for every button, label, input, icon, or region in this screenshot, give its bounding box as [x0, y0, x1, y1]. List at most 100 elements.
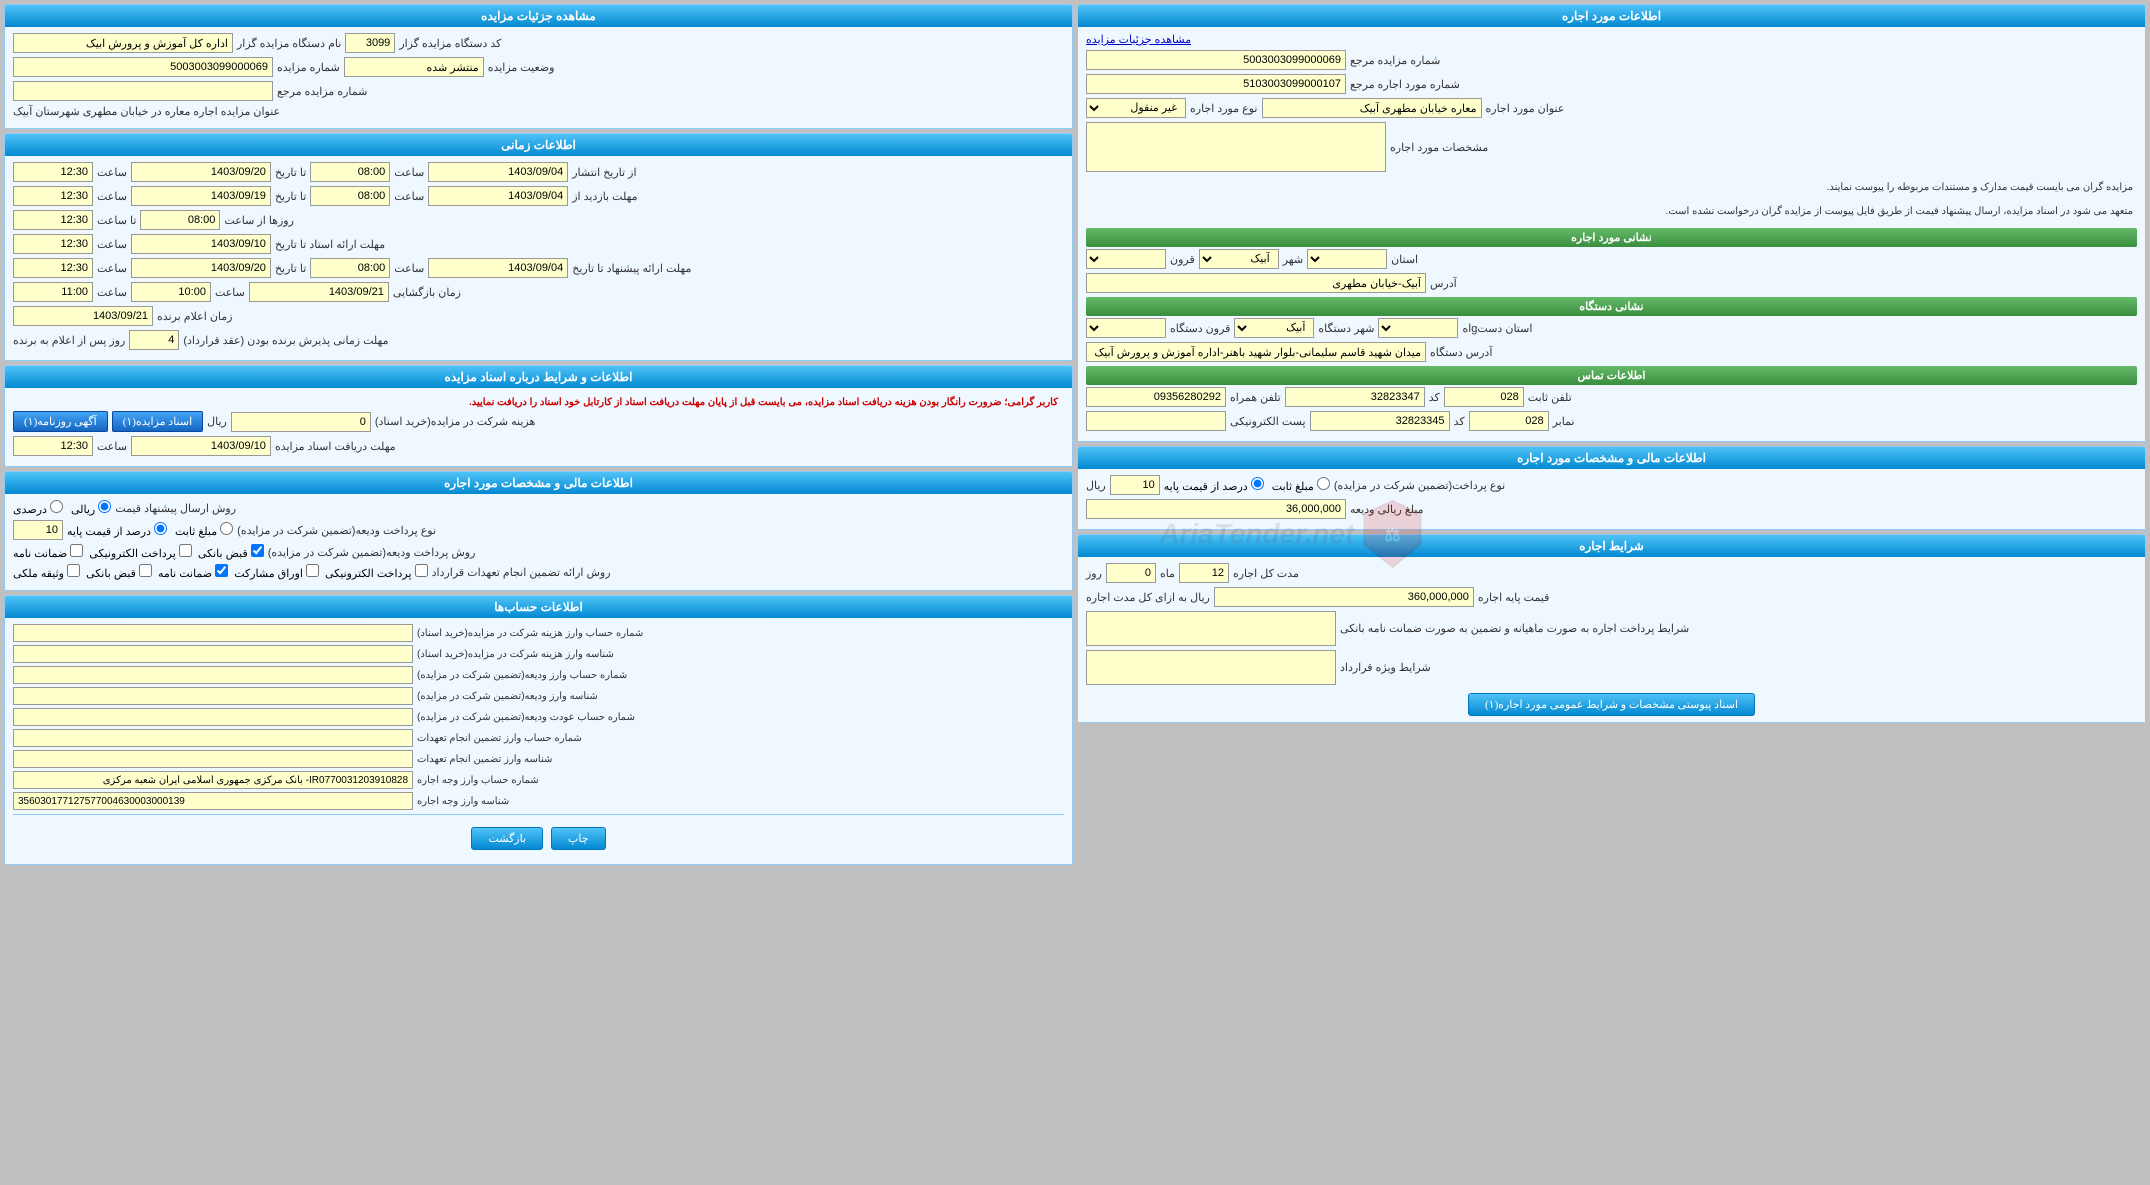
name-input[interactable] — [13, 33, 233, 53]
telfon-sabt-input[interactable] — [1285, 387, 1425, 407]
asnad-btn[interactable]: اسناد پیوستی مشخصات و شرایط عمومی مورد ا… — [1468, 693, 1755, 716]
hazine-asnad-input[interactable] — [231, 412, 371, 432]
mohlat-dariyaft-input[interactable] — [131, 436, 271, 456]
noe-pardakht-right-radios: مبلغ ثابت درصد از قیمت پایه — [67, 522, 233, 538]
gharn-dastgah-select[interactable] — [1086, 318, 1166, 338]
cb-vathiqe[interactable]: وثیقه ملکی — [13, 564, 80, 580]
cb-zamanat[interactable]: ضمانت نامه — [13, 544, 83, 560]
ostan-dastgah-select[interactable] — [1378, 318, 1458, 338]
ta-tarikh-bazid-input[interactable] — [131, 186, 271, 206]
adres-input[interactable] — [1086, 273, 1426, 293]
shahr-select[interactable]: آبیک — [1199, 249, 1279, 269]
saat-ta1-input[interactable] — [13, 162, 93, 182]
hesab2-input[interactable] — [13, 666, 413, 684]
saat-ta-bazshai-input[interactable] — [13, 258, 93, 278]
saat-bazid-az-input[interactable] — [310, 186, 390, 206]
ravesh-pardakht-checkboxes: قبض بانکی پرداخت الکترونیکی ضمانت نامه — [13, 544, 264, 560]
hesab4-input[interactable] — [13, 729, 413, 747]
modat-ruz-input[interactable] — [1106, 563, 1156, 583]
radio-percent-right[interactable]: درصد از قیمت پایه — [67, 522, 167, 538]
ostan-dastgah-label: استان دستgاه — [1462, 322, 1532, 335]
hesab1-input[interactable] — [13, 624, 413, 642]
cb-awraq[interactable]: اوراق مشارکت — [234, 564, 319, 580]
mablagh-riali-input[interactable] — [1086, 499, 1346, 519]
mohlat-bazshai-input[interactable] — [428, 258, 568, 278]
radio-fixed[interactable]: مبلغ ثابت — [1272, 477, 1330, 493]
code2-label: کد — [1454, 415, 1465, 428]
saat-bazshai-input[interactable] — [310, 258, 390, 278]
ta-tarikh1-input[interactable] — [131, 162, 271, 182]
shenase2-input[interactable] — [13, 687, 413, 705]
bazid-from-input[interactable] — [428, 186, 568, 206]
saat-dariyaft-input[interactable] — [13, 436, 93, 456]
sharait-pardakht-textarea[interactable] — [1086, 611, 1336, 646]
mashakhasat-textarea[interactable] — [1086, 122, 1386, 172]
saat-az1-input[interactable] — [310, 162, 390, 182]
shenase5-input[interactable] — [13, 792, 413, 810]
percent-right-input[interactable] — [13, 520, 63, 540]
bargasht-btn[interactable]: بازگشت — [471, 827, 543, 850]
shenase1-row: شناسه وارز هزینه شرکت در مزایده(خرید اسن… — [13, 645, 1064, 663]
enteshar-label: از تاریخ انتشار — [572, 166, 636, 179]
kod-input[interactable] — [345, 33, 395, 53]
ejare-mored-input[interactable] — [1086, 74, 1346, 94]
shenase4-input[interactable] — [13, 750, 413, 768]
zaman-baz-input[interactable] — [249, 282, 389, 302]
saat-baz2-input[interactable] — [13, 282, 93, 302]
ghimat-paye-input[interactable] — [1214, 587, 1474, 607]
mali-right-content: روش ارسال پیشنهاد قیمت ریالی درصدی نوع پ… — [5, 494, 1072, 590]
roozha-input[interactable] — [140, 210, 220, 230]
cb-zamanat2[interactable]: ضمانت نامه — [158, 564, 228, 580]
radio-sabt[interactable]: مبلغ ثابت — [175, 522, 233, 538]
shahr-dastgah-select[interactable]: آبیک — [1234, 318, 1314, 338]
name-label: نام دستگاه مزایده گزار — [237, 37, 341, 50]
mazayade-num-input[interactable] — [1086, 50, 1346, 70]
sharait-gharardad-textarea[interactable] — [1086, 650, 1336, 685]
chap-btn[interactable]: چاپ — [551, 827, 606, 850]
hesab2-row: شماره حساب وارز ودیعه(تضمین شرکت در مزای… — [13, 666, 1064, 684]
percent-input[interactable] — [1110, 475, 1160, 495]
ta-tarikh-bazshai-input[interactable] — [131, 258, 271, 278]
cb-qbz-banki[interactable]: قبض بانکی — [198, 544, 264, 560]
vaziat-input[interactable] — [344, 57, 484, 77]
cb-pardakht-elec2[interactable]: پرداخت الکترونیکی — [325, 564, 428, 580]
nove-select[interactable]: غیر منقول — [1086, 98, 1186, 118]
saat-baz1-input[interactable] — [131, 282, 211, 302]
enteshar-from-input[interactable] — [428, 162, 568, 182]
hesab5-input[interactable] — [13, 771, 413, 789]
hesab5-label: شماره حساب وارز وجه اجاره — [417, 775, 539, 786]
saat-asnad-input[interactable] — [13, 234, 93, 254]
nashai-dastgah-sub-header: نشانی دستگاه — [1086, 297, 2137, 316]
zaman-ealam-input[interactable] — [13, 306, 153, 326]
shomare-marja-input[interactable] — [13, 81, 273, 101]
ta-saat-input[interactable] — [13, 210, 93, 230]
ostan-select[interactable] — [1307, 249, 1387, 269]
adres-dastgah-input[interactable] — [1086, 342, 1426, 362]
agahi-btn[interactable]: آگهی روزنامه(۱) — [13, 411, 108, 432]
radio-riali[interactable]: ریالی — [71, 500, 111, 516]
radio-darsadi[interactable]: درصدی — [13, 500, 63, 516]
shahr-label: شهر — [1283, 253, 1303, 266]
mali-section: اطلاعات مالی و مشخصات مورد اجاره نوع پرد… — [1077, 446, 2146, 530]
post-input[interactable] — [1086, 411, 1226, 431]
namax-input[interactable] — [1310, 411, 1450, 431]
shomare-input[interactable] — [13, 57, 273, 77]
hesab3-input[interactable] — [13, 708, 413, 726]
view-details-link[interactable]: مشاهده جزئیات مزایده — [1086, 34, 1191, 46]
onvan-input[interactable] — [1262, 98, 1482, 118]
shenase1-input[interactable] — [13, 645, 413, 663]
namax-label: نمابر — [1553, 415, 1575, 428]
saat-bazid-ta-input[interactable] — [13, 186, 93, 206]
modat-mah-input[interactable] — [1179, 563, 1229, 583]
radio-percent[interactable]: درصد از قیمت پایه — [1164, 477, 1264, 493]
adres-label: آدرس — [1430, 277, 1457, 290]
mohlat-asnad-input[interactable] — [131, 234, 271, 254]
code1-input[interactable] — [1444, 387, 1524, 407]
cb-qbz[interactable]: قبض بانکی — [86, 564, 152, 580]
mohlat-bardane-input[interactable] — [129, 330, 179, 350]
code2-input[interactable] — [1469, 411, 1549, 431]
asnad-mzayade-btn[interactable]: اسناد مزایده(۱) — [112, 411, 203, 432]
telfon-hamrah-input[interactable] — [1086, 387, 1226, 407]
cb-pardakht-elec[interactable]: پرداخت الکترونیکی — [89, 544, 192, 560]
gharn-select[interactable] — [1086, 249, 1166, 269]
